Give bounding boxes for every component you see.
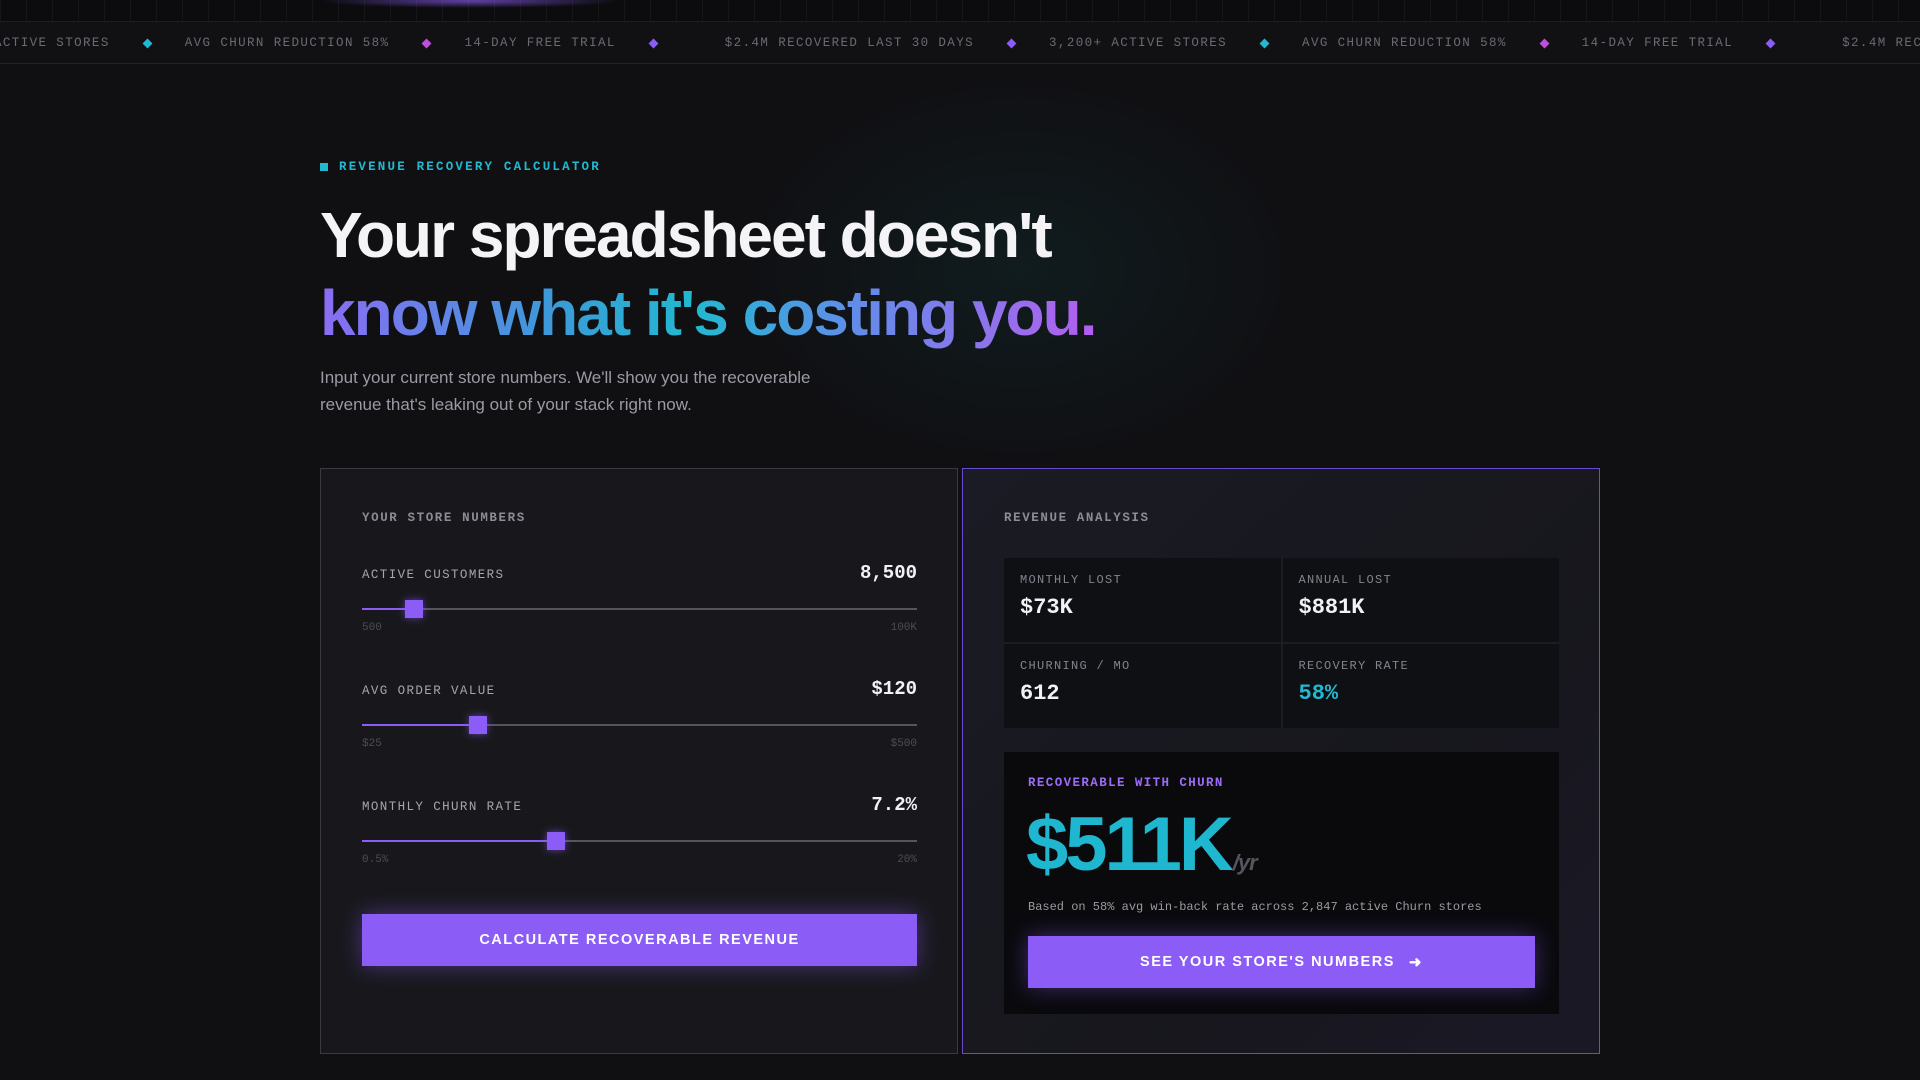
slider-min-label: 0.5% xyxy=(362,854,389,866)
ticker-item: AVG CHURN REDUCTION 58% xyxy=(185,36,465,50)
stat-recovery-rate: RECOVERY RATE 58% xyxy=(1282,644,1559,728)
ticker-item: 14-DAY FREE TRIAL xyxy=(1582,36,1842,50)
revenue-analysis-panel: REVENUE ANALYSIS MONTHLY LOST $73K ANNUA… xyxy=(962,468,1600,1054)
slider-max-label: 20% xyxy=(897,854,917,866)
page-title: Your spreadsheet doesn't xyxy=(320,199,1053,271)
slider-handle[interactable] xyxy=(547,832,566,850)
arrow-right-icon: ➜ xyxy=(1408,954,1423,971)
diamond-icon xyxy=(1259,38,1270,48)
page-title-highlight: know what it's costing you. xyxy=(320,274,1097,352)
stat-value: $73K xyxy=(1020,595,1073,620)
slider-track[interactable] xyxy=(362,716,917,734)
recoverable-label: RECOVERABLE WITH CHURN xyxy=(1028,776,1224,790)
see-store-numbers-button[interactable]: SEE YOUR STORE'S NUMBERS ➜ xyxy=(1028,936,1535,988)
diamond-icon xyxy=(142,38,153,48)
recoverable-box: RECOVERABLE WITH CHURN $511K/yr Based on… xyxy=(1004,752,1559,1014)
top-strip xyxy=(0,0,1920,22)
slider-max-label: 100K xyxy=(890,622,917,634)
ticker-item: 3,200+ ACTIVE STORES xyxy=(1049,36,1302,50)
button-label: SEE YOUR STORE'S NUMBERS xyxy=(1140,954,1395,970)
slider-value: 8,500 xyxy=(859,562,917,584)
stat-label: ANNUAL LOST xyxy=(1298,573,1393,587)
stats-grid: MONTHLY LOST $73K ANNUAL LOST $881K CHUR… xyxy=(1004,558,1559,728)
stat-monthly-lost: MONTHLY LOST $73K xyxy=(1004,558,1281,642)
ticker-item: $2.4M RECOVERED LAST 30 DAYS xyxy=(725,36,1049,50)
slider-label: ACTIVE CUSTOMERS xyxy=(362,568,505,582)
slider-label: AVG ORDER VALUE xyxy=(362,684,496,698)
ticker-item: $2.4M RECOVERED LAST 30 DAYS xyxy=(1842,36,1920,50)
diamond-icon xyxy=(422,38,432,48)
slider-value: 7.2% xyxy=(871,794,917,816)
ticker-track: ACTIVE STORES AVG CHURN REDUCTION 58% 14… xyxy=(0,22,1920,63)
recoverable-amount: $511K/yr xyxy=(1026,800,1258,908)
store-numbers-panel: YOUR STORE NUMBERS ACTIVE CUSTOMERS 8,50… xyxy=(320,468,958,1054)
recoverable-amount-value: $511K xyxy=(1026,802,1234,887)
eyebrow-text: REVENUE RECOVERY CALCULATOR xyxy=(339,160,601,174)
panel-title: REVENUE ANALYSIS xyxy=(1004,511,1150,525)
hero-subtext: Input your current store numbers. We'll … xyxy=(320,368,811,414)
stats-ticker: ACTIVE STORES AVG CHURN REDUCTION 58% 14… xyxy=(0,22,1920,64)
slider-label: MONTHLY CHURN RATE xyxy=(362,800,523,814)
slider-fill xyxy=(362,724,478,726)
slider-value: $120 xyxy=(871,678,917,700)
ticker-item: ACTIVE STORES xyxy=(0,36,185,50)
diamond-icon xyxy=(1539,38,1550,48)
stat-value: 612 xyxy=(1020,681,1060,706)
stat-label: MONTHLY LOST xyxy=(1020,573,1123,587)
slider-track[interactable] xyxy=(362,832,917,850)
stat-value: 58% xyxy=(1298,681,1339,706)
slider-max-label: $500 xyxy=(890,738,917,750)
square-icon xyxy=(320,163,328,171)
stat-churning-per-month: CHURNING / MO 612 xyxy=(1004,644,1281,728)
diamond-icon xyxy=(648,38,659,48)
ticker-item: 14-DAY FREE TRIAL xyxy=(464,36,724,50)
diamond-icon xyxy=(1006,38,1017,48)
stat-annual-lost: ANNUAL LOST $881K xyxy=(1282,558,1559,642)
calculate-button[interactable]: CALCULATE RECOVERABLE REVENUE xyxy=(362,914,917,966)
slider-handle[interactable] xyxy=(404,600,423,618)
slider-track[interactable] xyxy=(362,600,917,618)
slider-min-label: $25 xyxy=(362,738,382,750)
slider-fill xyxy=(362,840,557,842)
recoverable-note: Based on 58% avg win-back rate across 2,… xyxy=(1028,900,1482,914)
stat-label: RECOVERY RATE xyxy=(1298,659,1410,673)
panel-title: YOUR STORE NUMBERS xyxy=(362,511,526,525)
slider-min-label: 500 xyxy=(362,622,382,634)
stat-label: CHURNING / MO xyxy=(1020,659,1131,673)
top-glow xyxy=(320,0,620,8)
slider-handle[interactable] xyxy=(468,716,487,734)
ticker-item: AVG CHURN REDUCTION 58% xyxy=(1302,36,1582,50)
stat-value: $881K xyxy=(1298,595,1365,620)
eyebrow: REVENUE RECOVERY CALCULATOR xyxy=(320,160,601,174)
recoverable-amount-unit: /yr xyxy=(1232,850,1258,875)
diamond-icon xyxy=(1765,38,1776,48)
